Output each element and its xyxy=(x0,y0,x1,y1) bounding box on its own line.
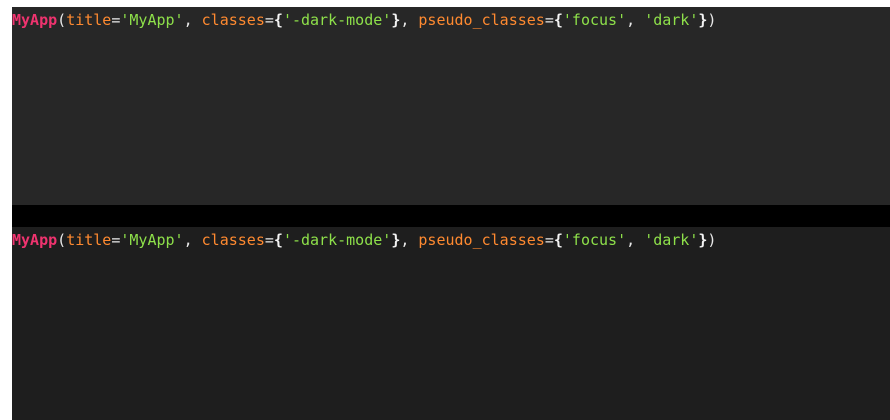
top-app-panel: MyApp(title='MyApp', classes={'-dark-mod… xyxy=(12,7,890,205)
pseudo-classes-keyword: pseudo_classes xyxy=(418,231,545,249)
title-keyword: title xyxy=(66,231,112,249)
brace-open: { xyxy=(273,11,283,29)
class-name: MyApp xyxy=(12,11,58,29)
classes-keyword: classes xyxy=(201,231,265,249)
separator: , xyxy=(183,231,202,249)
dark-value: 'dark' xyxy=(644,11,699,29)
panel-divider xyxy=(12,205,890,227)
separator: , xyxy=(400,11,419,29)
top-app-repr: MyApp(title='MyApp', classes={'-dark-mod… xyxy=(12,11,716,29)
open-paren: ( xyxy=(57,231,67,249)
classes-keyword: classes xyxy=(201,11,265,29)
focus-value: 'focus' xyxy=(562,231,627,249)
focus-value: 'focus' xyxy=(562,11,627,29)
class-value: '-dark-mode' xyxy=(282,231,392,249)
equals-sign: = xyxy=(544,231,554,249)
equals-sign: = xyxy=(264,11,274,29)
separator: , xyxy=(183,11,202,29)
equals-sign: = xyxy=(544,11,554,29)
dark-value: 'dark' xyxy=(644,231,699,249)
open-paren: ( xyxy=(57,11,67,29)
pseudo-classes-keyword: pseudo_classes xyxy=(418,11,545,29)
brace-open: { xyxy=(273,231,283,249)
brace-close: } xyxy=(391,11,401,29)
separator: , xyxy=(626,231,645,249)
brace-open: { xyxy=(553,11,563,29)
app-screen: MyApp(title='MyApp', classes={'-dark-mod… xyxy=(0,0,890,420)
title-value: 'MyApp' xyxy=(120,11,184,29)
close-paren: ) xyxy=(707,11,717,29)
brace-open: { xyxy=(553,231,563,249)
equals-sign: = xyxy=(264,231,274,249)
title-keyword: title xyxy=(66,11,112,29)
class-name: MyApp xyxy=(12,231,58,249)
title-value: 'MyApp' xyxy=(120,231,184,249)
separator: , xyxy=(626,11,645,29)
bottom-app-repr: MyApp(title='MyApp', classes={'-dark-mod… xyxy=(12,231,716,249)
brace-close: } xyxy=(391,231,401,249)
separator: , xyxy=(400,231,419,249)
class-value: '-dark-mode' xyxy=(282,11,392,29)
close-paren: ) xyxy=(707,231,717,249)
bottom-app-panel: MyApp(title='MyApp', classes={'-dark-mod… xyxy=(12,227,890,420)
